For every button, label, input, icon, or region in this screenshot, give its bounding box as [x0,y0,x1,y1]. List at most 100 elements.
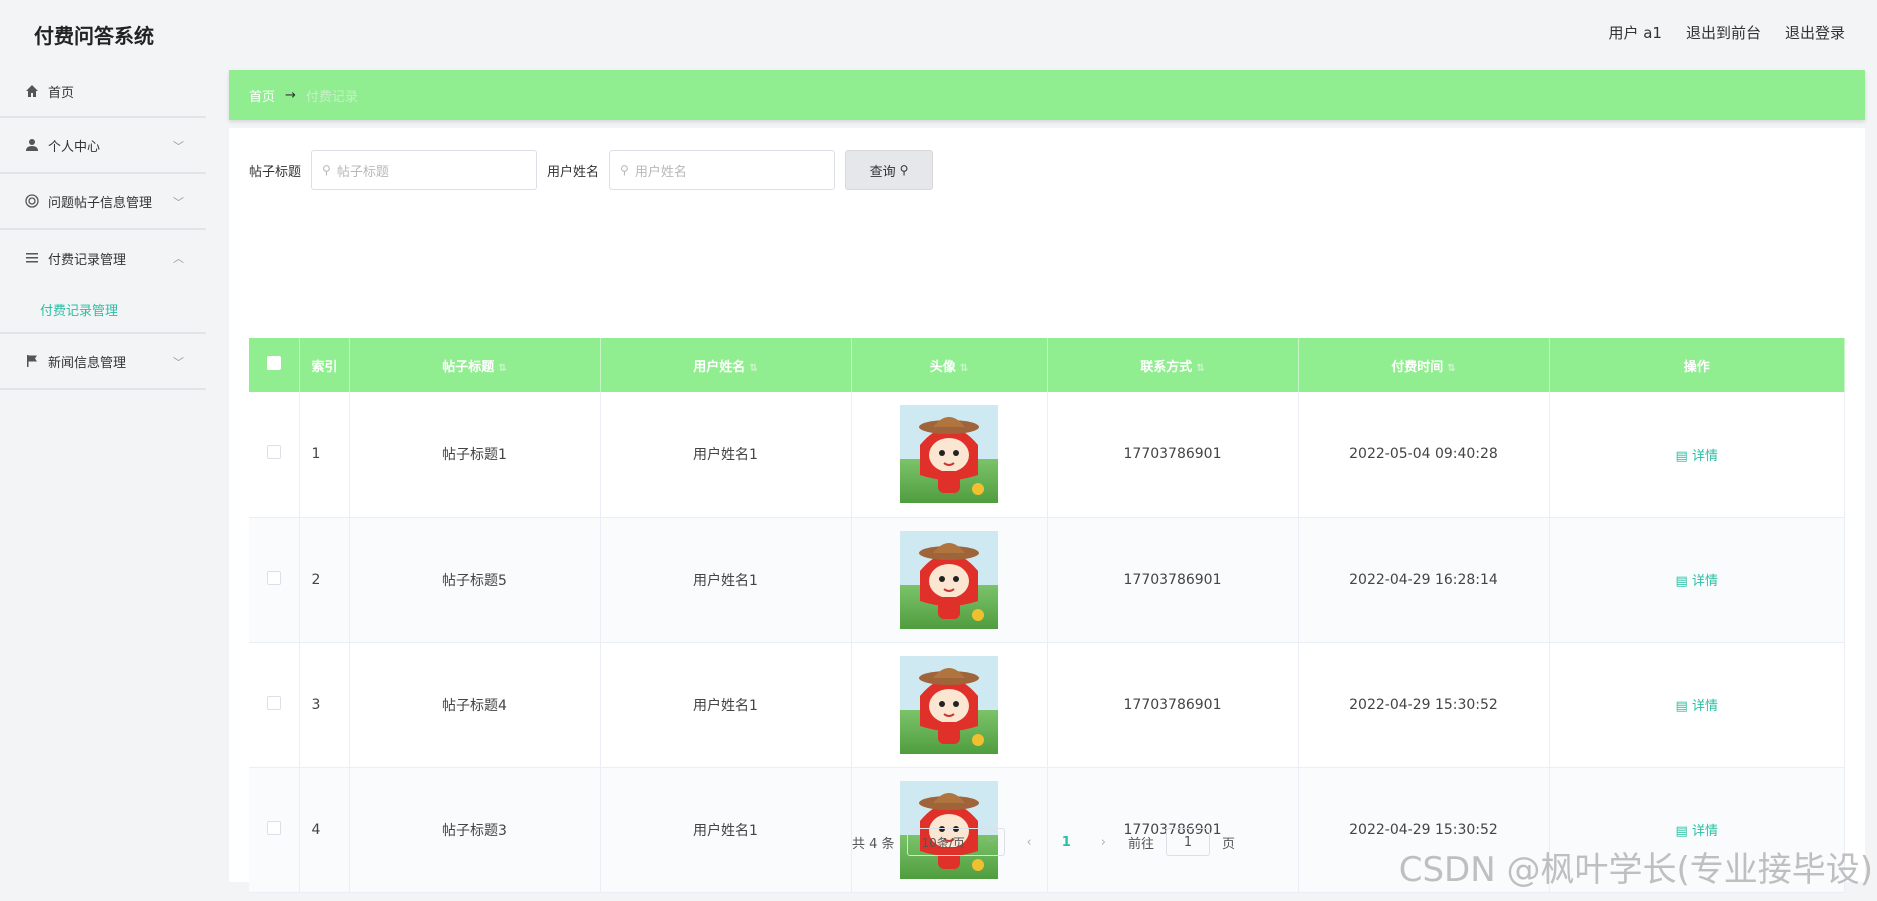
chevron-down-icon: ﹀ [173,196,184,209]
row-checkbox[interactable] [266,570,281,585]
table-row: 3 帖子标题4 用户姓名1 17703786901 2022-04-29 15:… [249,642,1845,768]
next-page-button[interactable]: › [1091,835,1116,850]
phone-cell: 17703786901 [1047,392,1299,518]
avatar-image [900,530,998,629]
content-panel: 帖子标题 ⚲ 帖子标题 用户姓名 ⚲ 用户姓名 查询 ⚲ 索引 帖子标题 ⇅ 用… [229,128,1865,893]
page-number[interactable]: 1 [1054,835,1079,850]
time-header-label: 付费时间 [1391,359,1444,375]
detail-button[interactable]: ▤ 详情 [1668,689,1726,720]
flag-icon [24,353,40,369]
user-header[interactable]: 用户姓名 ⇅ [600,338,852,392]
index-cell: 2 [299,517,350,643]
breadcrumb-home[interactable]: 首页 [249,86,275,105]
title-header-label: 帖子标题 [442,359,495,375]
ops-cell: ▤ 详情 [1549,517,1845,643]
time-header[interactable]: 付费时间 ⇅ [1298,338,1550,392]
ops-cell: ▤ 详情 [1549,392,1845,518]
detail-button-label: 详情 [1691,448,1718,464]
payment-records-table: 索引 帖子标题 ⇅ 用户姓名 ⇅ 头像 ⇅ 联系方式 ⇅ 付费时间 ⇅ 操作 1 帖子标题… [249,338,1845,893]
search-icon: ⚲ [620,163,629,177]
user-icon [24,137,40,153]
query-button-label: 查询 [869,164,896,180]
sidebar-item-home[interactable]: 首页 [0,66,206,118]
avatar-header[interactable]: 头像 ⇅ [851,338,1048,392]
app-title: 付费问答系统 [34,24,154,48]
index-cell: 1 [299,392,350,518]
sort-icon[interactable]: ⇅ [1447,363,1455,374]
sidebar-item-news[interactable]: 新闻信息管理 ﹀ [0,334,206,390]
breadcrumb: 首页 → 付费记录 [229,70,1865,120]
page-size-select[interactable]: 10条/页 ﹀ [906,828,1005,856]
row-check-cell [249,517,300,643]
row-checkbox[interactable] [266,695,281,710]
avatar-image [900,655,998,754]
sidebar: 首页 个人中心 ﹀ 问题帖子信息管理 ﹀ 付费记录管理 ︿ 付费记录管理 新闻信… [0,66,206,901]
detail-button[interactable]: ▤ 详情 [1668,814,1726,845]
title-search-input[interactable]: ⚲ 帖子标题 [311,150,538,190]
title-filter-label: 帖子标题 [249,164,302,180]
title-search-placeholder: 帖子标题 [336,164,389,180]
select-all-checkbox[interactable] [266,356,281,370]
logout-link[interactable]: 退出登录 [1785,22,1845,43]
row-checkbox[interactable] [266,820,281,835]
user-cell: 用户姓名1 [600,392,852,518]
detail-button[interactable]: ▤ 详情 [1668,564,1726,595]
total-count: 共 4 条 [852,836,895,852]
page-unit-label: 页 [1222,836,1236,852]
doc-icon: ▤ [1675,824,1692,839]
select-all-header [249,338,300,392]
goto-page-input[interactable]: 1 [1166,828,1211,856]
time-cell: 2022-04-29 15:30:52 [1298,642,1550,768]
sort-icon[interactable]: ⇅ [960,363,968,374]
avatar-cell [851,517,1048,643]
sidebar-item-label: 个人中心 [48,139,101,155]
page-size-value: 10条/页 [921,835,965,850]
title-cell: 帖子标题3 [349,767,601,893]
user-cell: 用户姓名1 [600,767,852,893]
sort-icon[interactable]: ⇅ [749,363,757,374]
avatar-cell [851,642,1048,768]
sort-icon[interactable]: ⇅ [498,363,506,374]
sidebar-item-payments[interactable]: 付费记录管理 ︿ [0,230,206,286]
phone-header[interactable]: 联系方式 ⇅ [1047,338,1299,392]
doc-icon: ▤ [1675,699,1692,714]
sidebar-item-profile[interactable]: 个人中心 ﹀ [0,118,206,174]
user-search-placeholder: 用户姓名 [634,164,687,180]
detail-button-label: 详情 [1691,824,1718,839]
user-cell: 用户姓名1 [600,517,852,643]
phone-cell: 17703786901 [1047,642,1299,768]
sidebar-item-posts[interactable]: 问题帖子信息管理 ﹀ [0,174,206,230]
title-cell: 帖子标题1 [349,392,601,518]
prev-page-button[interactable]: ‹ [1017,835,1042,850]
home-icon [24,83,40,99]
ops-header: 操作 [1549,338,1845,392]
user-search-input[interactable]: ⚲ 用户姓名 [609,150,836,190]
breadcrumb-current: 付费记录 [305,89,358,105]
sidebar-item-label: 新闻信息管理 [48,355,127,371]
user-filter-label: 用户姓名 [547,164,600,180]
time-cell: 2022-04-29 16:28:14 [1298,517,1550,643]
query-button[interactable]: 查询 ⚲ [845,150,934,190]
row-checkbox[interactable] [266,445,281,460]
time-cell: 2022-05-04 09:40:28 [1298,392,1550,518]
circle-icon [24,193,40,209]
sort-icon[interactable]: ⇅ [1196,363,1204,374]
sidebar-item-label: 首页 [48,85,75,101]
table-row: 1 帖子标题1 用户姓名1 17703786901 2022-05-04 09:… [249,392,1845,518]
avatar-cell [851,392,1048,518]
detail-button-label: 详情 [1691,574,1718,589]
chevron-up-icon: ︿ [173,252,184,265]
detail-button[interactable]: ▤ 详情 [1668,439,1726,470]
title-header[interactable]: 帖子标题 ⇅ [349,338,601,392]
row-check-cell [249,392,300,518]
row-check-cell [249,642,300,768]
avatar-image [900,405,998,504]
table-header-row: 索引 帖子标题 ⇅ 用户姓名 ⇅ 头像 ⇅ 联系方式 ⇅ 付费时间 ⇅ 操作 [249,338,1845,392]
exit-to-front-link[interactable]: 退出到前台 [1686,22,1761,43]
sidebar-subitem-payments[interactable]: 付费记录管理 [0,286,206,334]
table-row: 2 帖子标题5 用户姓名1 17703786901 2022-04-29 16:… [249,517,1845,643]
breadcrumb-arrow-icon: → [285,87,296,103]
current-user-link[interactable]: 用户 a1 [1608,22,1662,43]
index-header: 索引 [299,338,350,392]
list-icon [24,250,40,266]
